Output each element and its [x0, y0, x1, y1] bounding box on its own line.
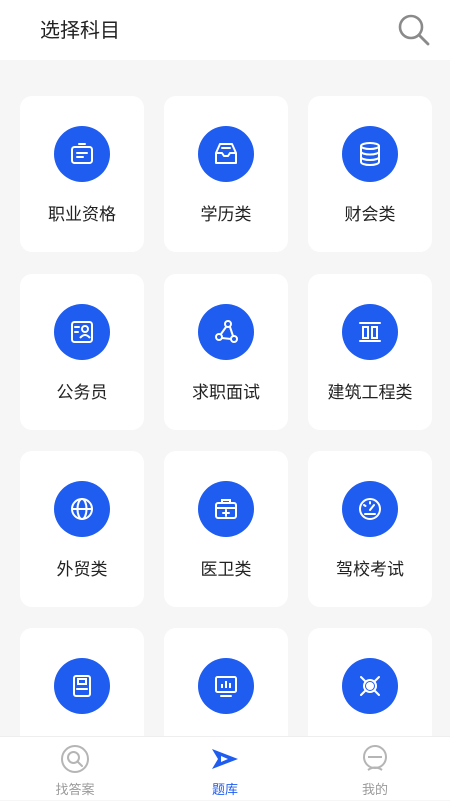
id-card-icon	[54, 304, 110, 360]
subject-card-other[interactable]	[308, 628, 432, 736]
subject-card-civil-servant[interactable]: 公务员	[20, 274, 144, 430]
medical-kit-icon	[198, 481, 254, 537]
subject-card-computer[interactable]	[164, 628, 288, 736]
subject-card-construction[interactable]: 建筑工程类	[308, 274, 432, 430]
subject-label: 医卫类	[200, 560, 252, 580]
subject-card-medical[interactable]: 医卫类	[164, 451, 288, 607]
inbox-tray-icon	[198, 126, 254, 182]
globe-icon	[54, 481, 110, 537]
building-pillars-icon	[342, 304, 398, 360]
document-icon	[54, 658, 110, 714]
subject-card-interview[interactable]: 求职面试	[164, 274, 288, 430]
network-nodes-icon	[198, 304, 254, 360]
tab-label: 找答案	[55, 783, 95, 798]
subject-label: 驾校考试	[336, 560, 404, 580]
bottom-tab-bar: 找答案 题库 我的	[0, 736, 450, 800]
target-icon	[342, 658, 398, 714]
subject-card-education[interactable]: 学历类	[164, 96, 288, 252]
speedometer-icon	[342, 481, 398, 537]
subject-label: 职业资格	[48, 205, 116, 225]
page-title: 选择科目	[40, 18, 120, 42]
subject-label: 求职面试	[192, 383, 260, 403]
id-badge-icon	[54, 126, 110, 182]
subject-card-vocational[interactable]: 职业资格	[20, 96, 144, 252]
subject-label: 外贸类	[56, 560, 108, 580]
tab-profile[interactable]: 我的	[300, 737, 450, 801]
tab-label: 题库	[211, 783, 238, 798]
search-icon[interactable]	[396, 12, 432, 48]
user-icon	[359, 743, 391, 775]
subject-label: 公务员	[56, 383, 108, 403]
search-icon	[59, 743, 91, 775]
subject-card-driving[interactable]: 驾校考试	[308, 451, 432, 607]
subject-label: 学历类	[200, 205, 252, 225]
monitor-chart-icon	[198, 658, 254, 714]
subject-card-document[interactable]	[20, 628, 144, 736]
subject-card-accounting[interactable]: 财会类	[308, 96, 432, 252]
subject-label: 财会类	[344, 205, 396, 225]
tab-label: 我的	[361, 783, 388, 798]
subject-grid: 职业资格 学历类 财会类 公务员 求职面试 建筑工程类 外贸类 医卫类 驾校考试	[0, 60, 450, 736]
tab-question-bank[interactable]: 题库	[150, 737, 300, 801]
subject-label: 建筑工程类	[327, 383, 413, 403]
app-header: 选择科目	[0, 0, 450, 60]
database-stack-icon	[342, 126, 398, 182]
play-flag-icon	[209, 743, 241, 775]
subject-card-foreign-trade[interactable]: 外贸类	[20, 451, 144, 607]
tab-find-answers[interactable]: 找答案	[0, 737, 150, 801]
